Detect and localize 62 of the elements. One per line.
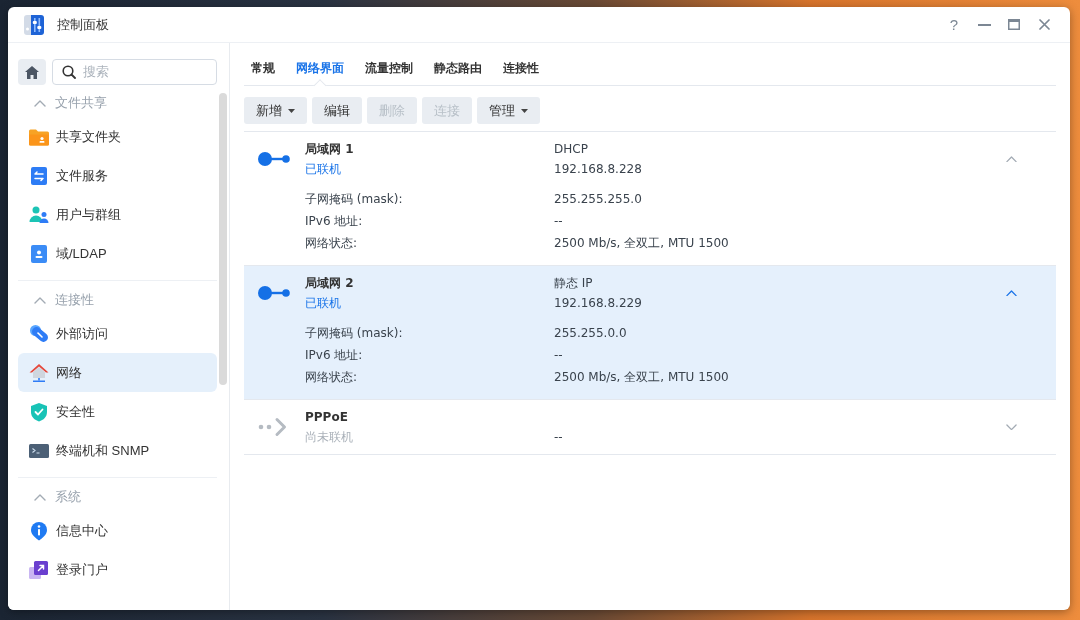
arrow-square-icon: [29, 559, 49, 580]
file-arrows-icon: [29, 165, 49, 186]
connection-status: 已联机: [305, 160, 341, 178]
sidebar-item[interactable]: 登录门户: [18, 550, 217, 589]
control-panel-icon: [24, 13, 44, 36]
tab[interactable]: 常规: [251, 52, 275, 85]
interface-row[interactable]: 局域网 2 静态 IP 已联机 192.168.8.229 子网掩码 (mask): 255.255.0.0 IPv6 地址: -- 网络状态: 2500 Mb/s, 全双工, MTU 1500: [244, 266, 1056, 400]
tab[interactable]: 连接性: [503, 52, 539, 85]
close-icon[interactable]: [1038, 19, 1050, 30]
info-pin-icon: [29, 520, 49, 541]
connection-status: 尚未联机: [305, 428, 353, 446]
help-button[interactable]: ?: [940, 10, 968, 39]
detail-value: 2500 Mb/s, 全双工, MTU 1500: [554, 234, 729, 252]
chevron-up-icon[interactable]: [1006, 289, 1017, 297]
toolbar-button[interactable]: 管理: [477, 97, 540, 124]
sidebar-item[interactable]: 终端机和 SNMP: [18, 431, 217, 470]
ip-address: --: [554, 430, 563, 444]
ip-address: 192.168.8.229: [554, 296, 642, 310]
detail-label: 网络状态:: [305, 368, 358, 386]
minimize-icon[interactable]: [977, 23, 991, 26]
connection-status: 已联机: [305, 294, 341, 312]
scrollbar-thumb[interactable]: [219, 93, 227, 385]
detail-value: 255.255.255.0: [554, 192, 642, 206]
interface-name: PPPoE: [305, 410, 348, 424]
sidebar-item[interactable]: 网络: [18, 353, 217, 392]
interface-name: 局域网 1: [305, 140, 354, 158]
detail-value: --: [554, 348, 563, 362]
interface-name: 局域网 2: [305, 274, 354, 292]
sidebar-item[interactable]: 文件服务: [18, 156, 217, 195]
ip-mode: DHCP: [554, 142, 588, 156]
home-button[interactable]: [18, 59, 46, 85]
chevron-down-icon[interactable]: [1006, 423, 1017, 431]
window-title: 控制面板: [57, 15, 109, 34]
detail-label: 网络状态:: [305, 234, 358, 252]
sidebar-item[interactable]: 共享文件夹: [18, 117, 217, 156]
contact-card-icon: [29, 243, 49, 264]
sidebar-item[interactable]: 域/LDAP: [18, 234, 217, 273]
detail-label: 子网掩码 (mask):: [305, 324, 403, 342]
tab[interactable]: 流量控制: [365, 52, 413, 85]
search-field[interactable]: 搜索: [52, 59, 217, 85]
sidebar-item[interactable]: 外部访问: [18, 314, 217, 353]
detail-label: IPv6 地址:: [305, 212, 363, 230]
shield-check-icon: [29, 401, 49, 422]
toolbar-button[interactable]: 编辑: [312, 97, 362, 124]
sidebar-item[interactable]: 信息中心: [18, 511, 217, 550]
detail-value: 2500 Mb/s, 全双工, MTU 1500: [554, 368, 729, 386]
detail-value: 255.255.0.0: [554, 326, 627, 340]
sidebar-item[interactable]: 用户与群组: [18, 195, 217, 234]
ip-address: 192.168.8.228: [554, 162, 642, 176]
users-icon: [29, 204, 49, 225]
home-icon: [25, 65, 39, 79]
house-icon: [29, 362, 49, 383]
search-icon: [62, 65, 76, 79]
detail-value: --: [554, 214, 563, 228]
chevron-up-icon[interactable]: [1006, 155, 1017, 163]
tab[interactable]: 静态路由: [434, 52, 482, 85]
detail-label: 子网掩码 (mask):: [305, 190, 403, 208]
sidebar-item[interactable]: 安全性: [18, 392, 217, 431]
maximize-icon[interactable]: [1008, 19, 1020, 30]
detail-label: IPv6 地址:: [305, 346, 363, 364]
toolbar-button[interactable]: 新增: [244, 97, 307, 124]
ip-mode: 静态 IP: [554, 274, 593, 292]
